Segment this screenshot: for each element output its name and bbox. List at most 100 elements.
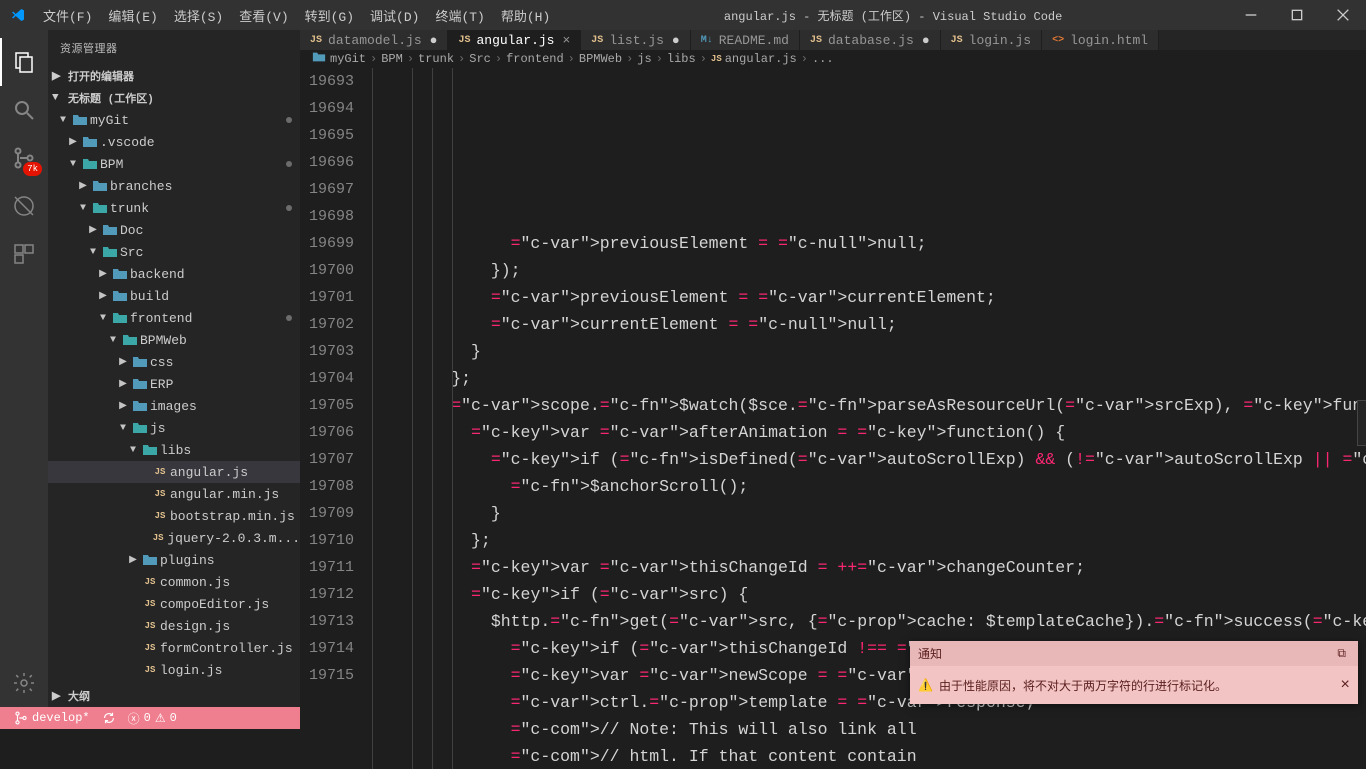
close-button[interactable] xyxy=(1320,0,1366,30)
menu-select[interactable]: 选择(S) xyxy=(166,6,231,25)
workspace-section[interactable]: ▼无标题 (工作区) xyxy=(48,87,300,109)
breadcrumb-item[interactable]: BPMWeb xyxy=(579,52,622,66)
line-number: 19715 xyxy=(300,662,354,689)
breadcrumb-item[interactable]: BPM xyxy=(381,52,403,66)
breadcrumb-item[interactable]: libs xyxy=(667,52,696,66)
folder-js[interactable]: ▼js xyxy=(48,417,300,439)
menu-help[interactable]: 帮助(H) xyxy=(493,6,558,25)
folder-backend[interactable]: ▶backend xyxy=(48,263,300,285)
breadcrumb-item[interactable]: myGit xyxy=(330,52,366,66)
tab-README.md[interactable]: M↓README.md xyxy=(691,30,800,50)
menu-debug[interactable]: 调试(D) xyxy=(362,6,427,25)
code-line[interactable]: $http.="c-fn">get(="c-var">src, {="c-pro… xyxy=(372,608,1366,635)
breadcrumb-item[interactable]: ... xyxy=(812,52,834,66)
code-line[interactable]: ="c-var">previousElement = ="c-null">nul… xyxy=(372,230,1366,257)
problems-status[interactable]: ⓧ0 ⚠0 xyxy=(122,710,183,727)
breadcrumb-item[interactable]: js xyxy=(637,52,651,66)
folder-BPM[interactable]: ▼BPM xyxy=(48,153,300,175)
file-jquery-2.0.3.m...[interactable]: JSjquery-2.0.3.m... xyxy=(48,527,300,549)
maximize-button[interactable] xyxy=(1274,0,1320,30)
code-line[interactable]: } xyxy=(372,500,1366,527)
search-view-icon[interactable] xyxy=(0,86,48,134)
file-angular.min.js[interactable]: JSangular.min.js xyxy=(48,483,300,505)
folder-build[interactable]: ▶build xyxy=(48,285,300,307)
code-line[interactable]: ="c-key">if (="c-fn">isDefined(="c-var">… xyxy=(372,446,1366,473)
minimize-button[interactable] xyxy=(1228,0,1274,30)
tree-item-label: compoEditor.js xyxy=(160,597,269,612)
file-login.js[interactable]: JSlogin.js xyxy=(48,659,300,681)
tab-datamodel.js[interactable]: JSdatamodel.js xyxy=(300,30,448,50)
file-common.js[interactable]: JScommon.js xyxy=(48,571,300,593)
file-angular.js[interactable]: JSangular.js xyxy=(48,461,300,483)
tab-login.js[interactable]: JSlogin.js xyxy=(941,30,1042,50)
tab-list.js[interactable]: JSlist.js xyxy=(581,30,690,50)
folder-BPMWeb[interactable]: ▼BPMWeb xyxy=(48,329,300,351)
menu-terminal[interactable]: 终端(T) xyxy=(427,6,492,25)
folder-icon xyxy=(120,332,140,348)
folder-plugins[interactable]: ▶plugins xyxy=(48,549,300,571)
folder-ERP[interactable]: ▶ERP xyxy=(48,373,300,395)
settings-gear-icon[interactable] xyxy=(0,659,48,707)
code-line[interactable]: ="c-key">var ="c-var">thisChangeId = ++=… xyxy=(372,554,1366,581)
folder-css[interactable]: ▶css xyxy=(48,351,300,373)
code-line[interactable]: }); xyxy=(372,257,1366,284)
tab-login.html[interactable]: <>login.html xyxy=(1042,30,1159,50)
folder-frontend[interactable]: ▼frontend xyxy=(48,307,300,329)
breadcrumb-item[interactable]: frontend xyxy=(506,52,564,66)
folder-Src[interactable]: ▼Src xyxy=(48,241,300,263)
tab-angular.js[interactable]: JSangular.js× xyxy=(448,30,581,50)
folder-libs[interactable]: ▼libs xyxy=(48,439,300,461)
file-type-icon: JS xyxy=(951,35,963,46)
folder-images[interactable]: ▶images xyxy=(48,395,300,417)
menu-file[interactable]: 文件(F) xyxy=(35,6,100,25)
code-line[interactable]: ="c-com">// html. If that content contai… xyxy=(372,743,1366,769)
folder-branches[interactable]: ▶branches xyxy=(48,175,300,197)
code-line[interactable]: ="c-var">currentElement = ="c-null">null… xyxy=(372,311,1366,338)
code-line[interactable]: ="c-var">previousElement = ="c-var">curr… xyxy=(372,284,1366,311)
js-file-icon: JS xyxy=(140,577,160,587)
modified-indicator xyxy=(286,205,292,211)
explorer-view-icon[interactable] xyxy=(0,38,48,86)
file-tree[interactable]: ▼myGit▶.vscode▼BPM▶branches▼trunk▶Doc▼Sr… xyxy=(48,109,300,685)
folder-Doc[interactable]: ▶Doc xyxy=(48,219,300,241)
code-line[interactable]: ="c-key">var ="c-var">afterAnimation = =… xyxy=(372,419,1366,446)
file-bootstrap.min.js[interactable]: JSbootstrap.min.js xyxy=(48,505,300,527)
scm-view-icon[interactable]: 7k xyxy=(0,134,48,182)
file-design.js[interactable]: JSdesign.js xyxy=(48,615,300,637)
breadcrumb-item[interactable]: JSangular.js xyxy=(711,52,797,66)
breadcrumbs[interactable]: myGit›BPM›trunk›Src›frontend›BPMWeb›js›l… xyxy=(300,50,1366,68)
folder-myGit[interactable]: ▼myGit xyxy=(48,109,300,131)
debug-view-icon[interactable] xyxy=(0,182,48,230)
code-line[interactable]: ="c-fn">$anchorScroll(); xyxy=(372,473,1366,500)
outline-section[interactable]: ▶大纲 xyxy=(48,685,300,707)
file-type-icon: JS xyxy=(591,35,603,46)
menu-edit[interactable]: 编辑(E) xyxy=(100,6,165,25)
tab-database.js[interactable]: JSdatabase.js xyxy=(800,30,941,50)
git-branch-status[interactable]: develop* xyxy=(8,711,96,725)
menu-goto[interactable]: 转到(G) xyxy=(297,6,362,25)
notification-expand-icon[interactable]: ⧉ xyxy=(1337,647,1346,661)
code-line[interactable]: ="c-var">scope.="c-fn">$watch($sce.="c-f… xyxy=(372,392,1366,419)
code-line[interactable]: } xyxy=(372,338,1366,365)
breadcrumb-item[interactable]: trunk xyxy=(418,52,454,66)
breadcrumb-item[interactable]: Src xyxy=(469,52,491,66)
editor-tabs: JSdatamodel.jsJSangular.js×JSlist.jsM↓RE… xyxy=(300,30,1366,50)
file-compoEditor.js[interactable]: JScompoEditor.js xyxy=(48,593,300,615)
tab-label: database.js xyxy=(828,33,914,48)
code-line[interactable]: }; xyxy=(372,365,1366,392)
code-line[interactable]: ="c-key">if (="c-var">src) { xyxy=(372,581,1366,608)
open-editors-section[interactable]: ▶打开的编辑器 xyxy=(48,65,300,87)
code-line[interactable]: ="c-com">// Note: This will also link al… xyxy=(372,716,1366,743)
js-file-icon: JS xyxy=(140,665,160,675)
folder-.vscode[interactable]: ▶.vscode xyxy=(48,131,300,153)
extensions-view-icon[interactable] xyxy=(0,230,48,278)
notification-close-icon[interactable]: × xyxy=(1340,676,1350,694)
folder-trunk[interactable]: ▼trunk xyxy=(48,197,300,219)
tree-item-label: angular.min.js xyxy=(170,487,279,502)
file-formController.js[interactable]: JSformController.js xyxy=(48,637,300,659)
hover-tooltip: (local function)(response: a ny): void xyxy=(1357,400,1366,446)
close-icon[interactable]: × xyxy=(562,33,570,48)
code-line[interactable]: }; xyxy=(372,527,1366,554)
sync-status[interactable] xyxy=(96,711,122,725)
menu-view[interactable]: 查看(V) xyxy=(231,6,296,25)
